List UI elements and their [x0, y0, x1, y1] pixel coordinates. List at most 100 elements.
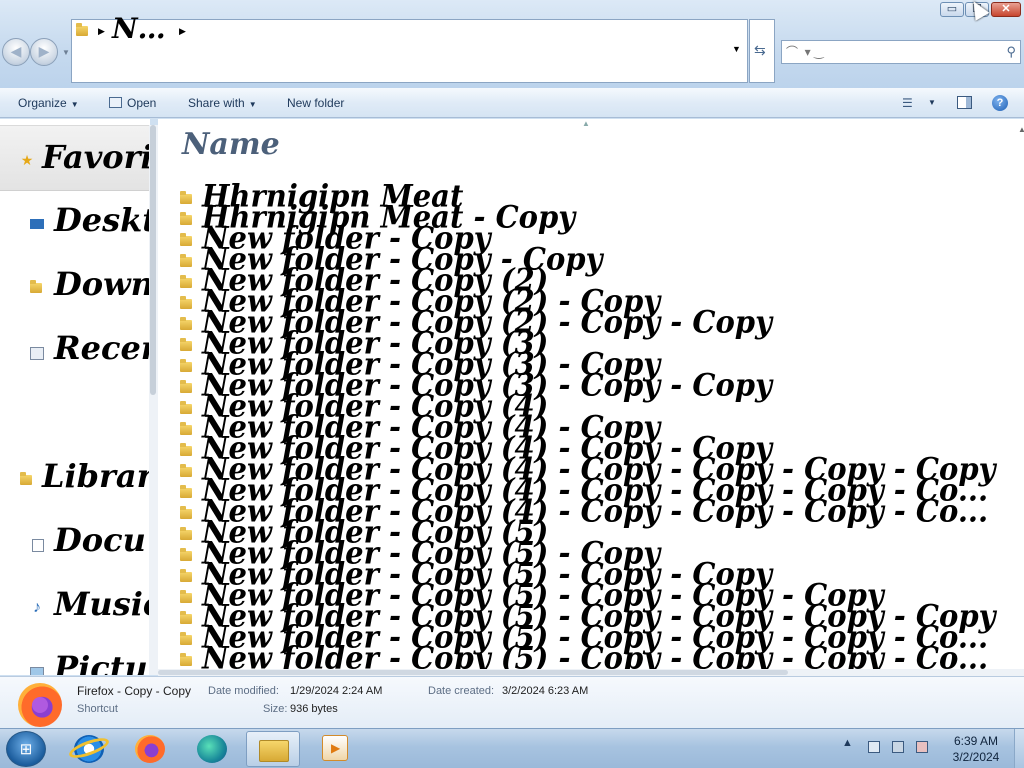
share-with-button[interactable]: Share with ▼: [188, 96, 257, 110]
show-desktop-button[interactable]: [1014, 729, 1024, 768]
file-list-pane: ▲ Name Hhrnigipn Meat Hhrnigipn Meat - Co…: [158, 119, 1004, 669]
nav-downloads[interactable]: Down: [0, 255, 150, 315]
chevron-down-icon: ▼: [248, 100, 257, 109]
firefox-icon: [18, 683, 62, 727]
folder-icon: [180, 212, 192, 225]
forward-arrow-icon: ▶: [38, 43, 50, 59]
folder-icon: [180, 632, 192, 645]
preview-pane-icon[interactable]: [957, 96, 972, 109]
navigation-scrollbar[interactable]: [149, 125, 158, 675]
refresh-button[interactable]: ⇆: [749, 19, 775, 83]
taskbar-media-player[interactable]: [308, 731, 362, 767]
search-icon[interactable]: ⚲: [1006, 44, 1016, 60]
start-button[interactable]: ⊞: [6, 731, 46, 767]
breadcrumb-arrow-icon[interactable]: ▶: [98, 26, 105, 37]
minimize-button[interactable]: ▭: [940, 2, 964, 17]
nav-recent-places[interactable]: Recen: [0, 319, 150, 379]
nav-recent-label: Recen: [54, 329, 150, 367]
nav-desktop[interactable]: Deskt: [0, 191, 150, 251]
date-created-value: 3/2/2024 6:23 AM: [502, 685, 589, 697]
date-created-label: Date created:: [428, 685, 495, 697]
nav-documents[interactable]: Docu: [0, 511, 150, 571]
action-center-icon[interactable]: [868, 741, 880, 753]
file-list-scrollbar[interactable]: ▲: [1004, 119, 1024, 675]
nav-libraries-label: Librar: [42, 457, 150, 495]
folder-icon: [180, 401, 192, 414]
scroll-up-icon[interactable]: ▲: [1018, 125, 1024, 134]
folder-icon: [180, 254, 192, 267]
folder-icon: [180, 422, 192, 435]
folder-icon: [180, 548, 192, 561]
nav-pictures[interactable]: Pictu: [0, 639, 150, 675]
open-icon: [109, 97, 122, 108]
volume-muted-icon[interactable]: [916, 741, 928, 753]
taskbar-internet-explorer[interactable]: [62, 731, 116, 767]
clock-time[interactable]: 6:39 AM: [940, 734, 1012, 748]
clock-date[interactable]: 3/2/2024: [940, 750, 1012, 764]
share-with-label: Share with: [188, 96, 245, 110]
star-icon: ★: [20, 152, 34, 168]
folder-icon: [180, 233, 192, 246]
close-icon: ✕: [1001, 3, 1011, 15]
desktop-icon: [30, 219, 44, 229]
folder-icon: [180, 317, 192, 330]
search-box[interactable]: ⚲: [781, 40, 1021, 64]
scrollbar-thumb[interactable]: [150, 125, 156, 395]
back-button[interactable]: ◀: [2, 38, 30, 66]
documents-icon: [32, 539, 44, 552]
folder-icon: [180, 275, 192, 288]
taskbar-edge[interactable]: [185, 731, 239, 767]
forward-button[interactable]: ▶: [30, 38, 58, 66]
list-item[interactable]: New folder - Copy (5) - Copy - Copy - Co…: [158, 640, 1004, 669]
column-header-name[interactable]: Name: [182, 127, 280, 162]
organize-button[interactable]: Organize ▼: [18, 96, 79, 110]
search-input[interactable]: [786, 43, 996, 61]
date-modified-value: 1/29/2024 2:24 AM: [290, 685, 383, 697]
folder-icon: [180, 191, 192, 204]
address-bar[interactable]: ▶ N… ▶ ▼: [71, 12, 748, 83]
folder-icon: [180, 590, 192, 603]
downloads-folder-icon: [30, 280, 42, 293]
folder-icon: [180, 464, 192, 477]
nav-desktop-label: Deskt: [54, 201, 150, 239]
nav-music[interactable]: ♪ Music: [0, 575, 150, 635]
media-player-icon: [322, 735, 348, 761]
open-button[interactable]: Open: [109, 96, 156, 110]
close-button[interactable]: ✕: [991, 2, 1021, 17]
network-icon[interactable]: [892, 741, 904, 753]
taskbar: ⊞ ▲ 6:39 AM 3/2/2024: [0, 728, 1024, 768]
horizontal-scrollbar[interactable]: [158, 669, 1024, 676]
selected-item-type: Shortcut: [77, 703, 118, 715]
back-arrow-icon: ◀: [10, 43, 22, 59]
sort-ascending-icon: ▲: [582, 119, 590, 128]
taskbar-windows-explorer[interactable]: [246, 731, 300, 767]
scrollbar-thumb[interactable]: [158, 670, 788, 675]
folder-icon: [180, 569, 192, 582]
navigation-pane: ★ Favori Deskt Down Recen Librar Docu ♪ …: [0, 119, 150, 675]
nav-favorites[interactable]: ★ Favori: [0, 125, 150, 191]
nav-libraries[interactable]: Librar: [0, 447, 150, 507]
folder-icon: [180, 506, 192, 519]
breadcrumb-current[interactable]: N…: [112, 12, 166, 45]
windows-logo-icon: ⊞: [19, 741, 33, 758]
nav-pictures-label: Pictu: [54, 649, 148, 675]
show-hidden-icons-button[interactable]: ▲: [842, 737, 853, 749]
folder-icon: [180, 296, 192, 309]
folder-icon: [180, 653, 192, 666]
command-bar: Organize ▼ Open Share with ▼ New folder ☰ …: [0, 88, 1024, 118]
help-icon[interactable]: ?: [992, 95, 1008, 111]
folder-icon: [180, 359, 192, 372]
folder-icon: [180, 485, 192, 498]
change-view-icon[interactable]: ☰: [902, 96, 913, 110]
folder-icon: [180, 338, 192, 351]
breadcrumb-arrow-icon[interactable]: ▶: [179, 26, 186, 37]
recent-pages-dropdown-icon[interactable]: ▼: [62, 48, 70, 57]
list-item-name: New folder - Copy (5) - Copy - Copy - Co…: [202, 640, 989, 669]
folder-icon: [180, 380, 192, 393]
taskbar-firefox[interactable]: [123, 731, 177, 767]
nav-music-label: Music: [54, 585, 150, 623]
new-folder-button[interactable]: New folder: [287, 96, 344, 110]
view-options-dropdown-icon[interactable]: ▼: [928, 98, 936, 107]
address-dropdown-icon[interactable]: ▼: [732, 44, 741, 54]
folder-icon: [76, 23, 88, 36]
